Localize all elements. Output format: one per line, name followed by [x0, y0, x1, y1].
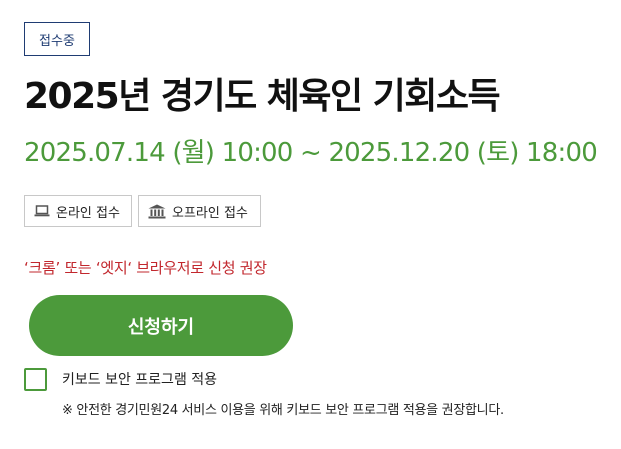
- apply-button[interactable]: 신청하기: [29, 295, 293, 356]
- application-period: 2025.07.14 (월) 10:00 ~ 2025.12.20 (토) 18…: [24, 138, 598, 168]
- laptop-icon: [34, 204, 50, 218]
- offline-application-label: 오프라인 접수: [172, 205, 248, 221]
- online-application-label: 온라인 접수: [56, 205, 120, 221]
- online-application-tag: 온라인 접수: [24, 195, 132, 227]
- status-badge: 접수중: [24, 22, 90, 56]
- keyboard-security-label[interactable]: 키보드 보안 프로그램 적용: [62, 371, 217, 389]
- keyboard-security-checkbox[interactable]: [24, 368, 47, 391]
- page-title: 2025년 경기도 체육인 기회소득: [24, 76, 501, 117]
- offline-application-tag: 오프라인 접수: [138, 195, 261, 227]
- browser-notice: ‘크롬’ 또는 ‘엣지‘ 브라우저로 신청 권장: [24, 259, 267, 277]
- building-icon: [148, 204, 166, 219]
- keyboard-security-note: ※ 안전한 경기민원24 서비스 이용을 위해 키보드 보안 프로그램 적용을 …: [62, 403, 504, 418]
